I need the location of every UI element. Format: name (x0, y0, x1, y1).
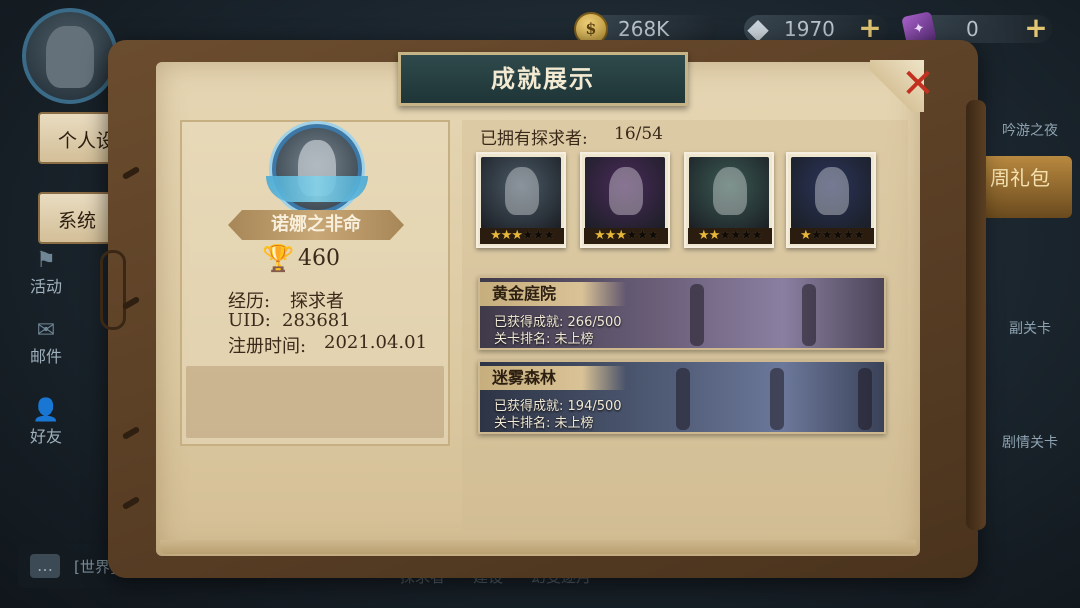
player-name: 诺娜之非命 (228, 210, 404, 240)
star-empty-icon: ★ (647, 228, 659, 243)
star-empty-icon: ★ (842, 228, 855, 243)
diamond-value: 1970 (784, 17, 835, 41)
mail-icon: ✉ (36, 318, 56, 343)
star-filled-icon: ★ (698, 228, 710, 243)
side-item-mail-label: 邮件 (29, 347, 62, 366)
seeker-card-3[interactable]: ★★★★★★ (684, 152, 774, 248)
register-time-value: 2021.04.01 (324, 332, 428, 353)
seeker-portrait (481, 157, 561, 229)
trophy-count: 460 (298, 246, 340, 271)
uid-value: 283681 (282, 310, 351, 331)
uid-label: UID: (228, 310, 271, 331)
side-item-activity-label: 活动 (29, 277, 62, 296)
seekers-owned-count: 16/54 (614, 124, 663, 144)
achievement-banner-golden-court[interactable]: 黄金庭院 已获得成就: 266/500 关卡排名: 未上榜 (478, 276, 886, 350)
star-filled-icon: ★ (490, 228, 502, 243)
star-empty-icon: ★ (832, 228, 844, 243)
gold-value: 268K (618, 17, 670, 41)
seeker-portrait (689, 157, 769, 229)
stage-title: 迷雾森林 (480, 366, 626, 390)
star-filled-icon: ★ (800, 228, 812, 243)
star-empty-icon: ★ (543, 228, 555, 243)
star-empty-icon: ★ (810, 228, 823, 243)
star-rating: ★★★★★★ (480, 228, 564, 244)
stage-rank: 关卡排名: 未上榜 (494, 328, 594, 347)
right-button-bard-night[interactable]: 吟游之夜 (990, 120, 1070, 140)
profile-signature-box (186, 366, 444, 438)
seeker-card-1[interactable]: ★★★★★★ (476, 152, 566, 248)
ticket-value: 0 (966, 17, 979, 41)
side-item-friends[interactable]: 👤 好友 (22, 398, 70, 447)
star-filled-icon: ★ (500, 228, 513, 243)
seeker-portrait (585, 157, 665, 229)
friends-icon: 👤 (32, 398, 60, 423)
rank-label: 关卡排名: (494, 416, 551, 431)
book-strap-right (966, 100, 986, 530)
star-rating: ★★★★★★ (688, 228, 772, 244)
parchment-edge (160, 540, 916, 554)
add-diamond-button[interactable]: + (856, 14, 884, 43)
rank-label: 关卡排名: (494, 332, 551, 347)
register-time-label: 注册时间: (228, 336, 307, 357)
stage-rank: 关卡排名: 未上榜 (494, 412, 594, 431)
star-filled-icon: ★ (708, 228, 721, 243)
player-avatar[interactable] (22, 8, 118, 104)
side-item-friends-label: 好友 (29, 427, 62, 446)
avatar-frame-wave (266, 176, 368, 202)
star-filled-icon: ★ (604, 228, 617, 243)
side-item-mail[interactable]: ✉ 邮件 (22, 318, 70, 367)
star-filled-icon: ★ (511, 228, 523, 243)
weekly-gift-button[interactable]: 周礼包 (976, 156, 1072, 218)
star-empty-icon: ★ (821, 228, 833, 243)
panel-title: 成就展示 (398, 52, 688, 106)
star-empty-icon: ★ (740, 228, 753, 243)
star-empty-icon: ★ (636, 228, 649, 243)
star-empty-icon: ★ (853, 228, 865, 243)
trophy-icon: 🏆 (262, 244, 295, 274)
star-rating: ★★★★★★ (790, 228, 874, 244)
seekers-owned-label: 已拥有探求者: (480, 129, 588, 149)
star-empty-icon: ★ (751, 228, 763, 243)
chat-icon: … (30, 554, 60, 578)
star-filled-icon: ★ (615, 228, 627, 243)
stage-title: 黄金庭院 (480, 282, 626, 306)
rank-value: 未上榜 (554, 332, 594, 347)
achievement-banner-misty-forest[interactable]: 迷雾森林 已获得成就: 194/500 关卡排名: 未上榜 (478, 360, 886, 434)
rank-value: 未上榜 (554, 416, 594, 431)
right-button-story-stage[interactable]: 剧情关卡 (990, 432, 1070, 452)
close-icon[interactable]: ✕ (898, 64, 938, 106)
star-empty-icon: ★ (532, 228, 545, 243)
activity-icon: ⚑ (36, 248, 56, 273)
seeker-card-2[interactable]: ★★★★★★ (580, 152, 670, 248)
seeker-portrait (791, 157, 871, 229)
star-filled-icon: ★ (594, 228, 606, 243)
star-empty-icon: ★ (626, 228, 638, 243)
add-ticket-button[interactable]: + (1022, 14, 1050, 43)
book-strap-left (100, 250, 126, 330)
seeker-card-4[interactable]: ★★★★★★ (786, 152, 876, 248)
star-empty-icon: ★ (522, 228, 534, 243)
star-rating: ★★★★★★ (584, 228, 668, 244)
star-empty-icon: ★ (730, 228, 742, 243)
side-item-activity[interactable]: ⚑ 活动 (22, 248, 70, 297)
star-empty-icon: ★ (719, 228, 731, 243)
right-button-side-stage[interactable]: 副关卡 (990, 318, 1070, 338)
